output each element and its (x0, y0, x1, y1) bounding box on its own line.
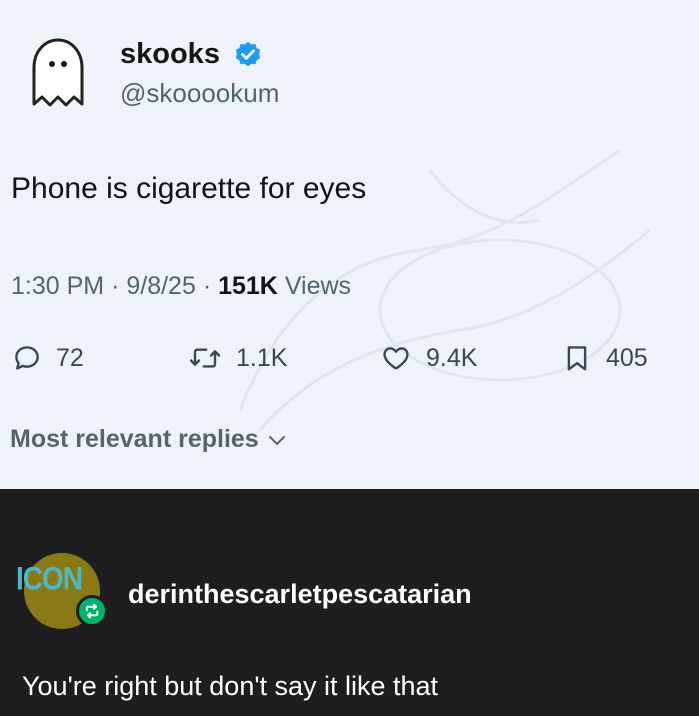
reply-avatar[interactable]: ICON (16, 553, 108, 629)
bookmark-icon (567, 346, 587, 371)
retweet-count: 1.1K (236, 343, 288, 372)
reply-section: ICON derinthescarletpescatarian You're r… (0, 489, 699, 716)
reply-username[interactable]: derinthescarletpescatarian (128, 579, 472, 610)
avatar-logo-text: ICON (16, 560, 83, 597)
reply-sort-dropdown[interactable]: Most relevant replies (10, 425, 289, 454)
bookmark-count: 405 (606, 343, 648, 372)
reply-button[interactable]: 72 (12, 336, 84, 380)
tweet-meta: 1:30 PM · 9/8/25 · 151K Views (11, 272, 351, 301)
retweet-icon (189, 348, 221, 368)
tweet-card: skooks @skooookum Phone is cigarette for… (0, 0, 699, 489)
reply-icon (15, 346, 39, 370)
meta-separator: · (202, 272, 212, 300)
bookmark-button[interactable]: 405 (562, 336, 648, 380)
meta-separator: · (111, 272, 120, 300)
reply-count: 72 (56, 343, 84, 372)
ghost-avatar-icon[interactable] (26, 34, 90, 114)
tweet-actions: 72 1.1K 9.4K 405 (0, 336, 699, 380)
views-count: 151K (218, 272, 278, 300)
views-label: Views (284, 272, 352, 300)
like-button[interactable]: 9.4K (380, 336, 477, 380)
verified-badge-icon (235, 41, 261, 67)
reblog-icon (85, 603, 99, 619)
tweet-text: Phone is cigarette for eyes (11, 172, 367, 205)
heart-icon (383, 347, 409, 370)
tweet-date[interactable]: 9/8/25 (126, 272, 196, 300)
chevron-down-icon (268, 435, 285, 445)
author-handle[interactable]: @skooookum (120, 78, 279, 109)
tweet-time[interactable]: 1:30 PM (11, 272, 104, 300)
reblog-badge (76, 595, 108, 627)
reply-text: You're right but don't say it like that (22, 671, 439, 701)
like-count: 9.4K (426, 343, 478, 372)
retweet-button[interactable]: 1.1K (188, 336, 287, 380)
sort-label: Most relevant replies (10, 425, 259, 453)
author-name[interactable]: skooks (120, 38, 220, 71)
